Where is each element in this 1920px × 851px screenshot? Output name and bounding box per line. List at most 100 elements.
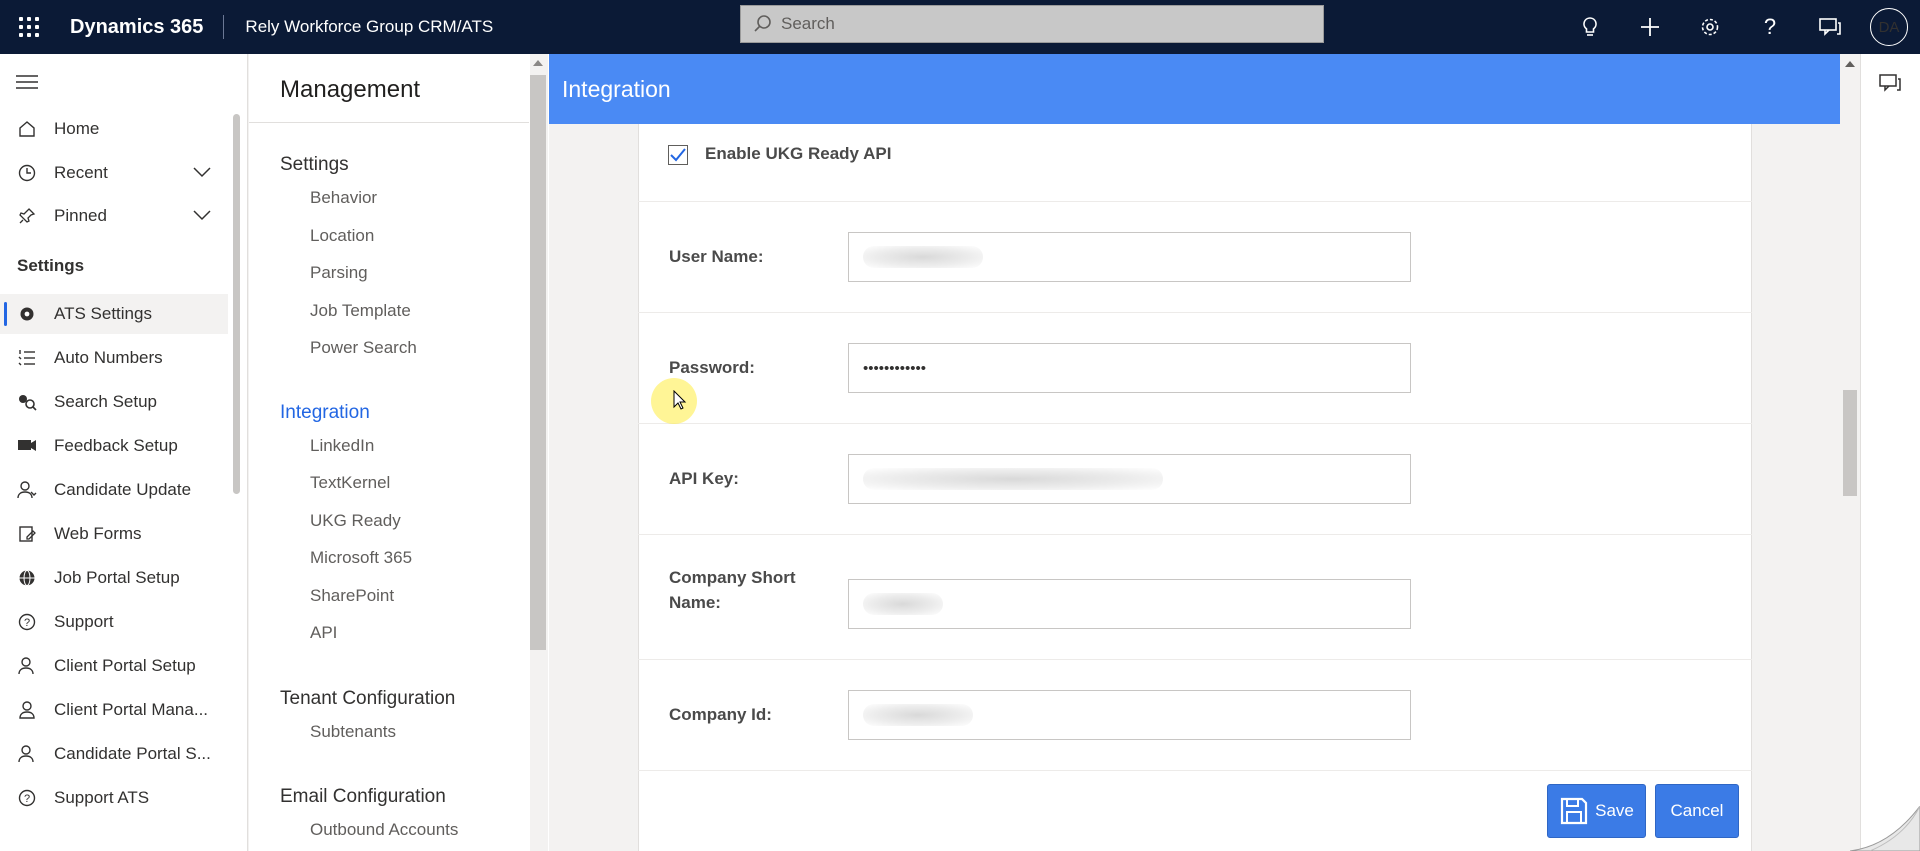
link-job-template[interactable]: Job Template	[310, 301, 411, 321]
enable-ukg-checkbox[interactable]	[668, 145, 688, 165]
gear-icon	[0, 305, 54, 323]
link-location[interactable]: Location	[310, 226, 374, 246]
link-api[interactable]: API	[310, 623, 337, 643]
nav-item-label: Candidate Update	[54, 480, 192, 499]
brand-name[interactable]: Dynamics 365	[58, 15, 225, 39]
company-short-name-field[interactable]	[848, 579, 1411, 629]
nav-item-label: Pinned	[54, 206, 107, 225]
help-circle-icon: ?	[0, 613, 54, 631]
search-placeholder: Search	[781, 14, 835, 33]
link-behavior[interactable]: Behavior	[310, 188, 377, 208]
chevron-down-icon[interactable]	[192, 163, 212, 183]
nav-item-auto-numbers[interactable]: Auto Numbers	[0, 338, 228, 378]
section-heading-integration[interactable]: Integration	[280, 402, 370, 424]
link-subtenants[interactable]: Subtenants	[310, 722, 396, 742]
user-name-label: User Name:	[669, 247, 764, 266]
user-name-field[interactable]	[848, 232, 1411, 282]
nav-item-home[interactable]: Home	[0, 109, 228, 149]
mouse-pointer-icon	[673, 390, 687, 410]
page-title: Integration	[549, 54, 1840, 124]
globe-icon	[0, 569, 54, 587]
nav-item-label: Feedback Setup	[54, 436, 178, 455]
management-panel: Management Settings Behavior Location Pa…	[249, 54, 549, 851]
nav-item-client-portal-setup[interactable]: Client Portal Setup	[0, 646, 228, 686]
nav-item-label: Support	[54, 612, 114, 631]
nav-item-job-portal-setup[interactable]: Job Portal Setup	[0, 558, 228, 598]
main-scrollbar[interactable]	[1843, 390, 1857, 496]
waffle-icon	[19, 17, 39, 37]
link-power-search[interactable]: Power Search	[310, 338, 417, 358]
api-key-field[interactable]	[848, 454, 1411, 504]
nav-item-label: Auto Numbers	[54, 348, 163, 367]
home-icon	[0, 120, 54, 138]
password-field[interactable]: ••••••••••••	[848, 343, 1411, 393]
nav-item-support[interactable]: ? Support	[0, 602, 228, 642]
section-heading-tenant-configuration: Tenant Configuration	[280, 688, 456, 709]
nav-item-web-forms[interactable]: Web Forms	[0, 514, 228, 554]
svg-text:?: ?	[24, 793, 30, 805]
nav-item-client-portal-management[interactable]: Client Portal Mana...	[0, 690, 228, 730]
redacted-value	[863, 246, 983, 268]
redacted-value	[863, 704, 973, 726]
nav-item-candidate-update[interactable]: Candidate Update	[0, 470, 228, 510]
link-linkedin[interactable]: LinkedIn	[310, 436, 374, 456]
nav-item-support-ats[interactable]: ? Support ATS	[0, 778, 228, 818]
help-circle-icon: ?	[0, 789, 54, 807]
password-label: Password:	[669, 358, 755, 377]
save-button[interactable]: Save	[1547, 784, 1646, 838]
password-value: ••••••••••••	[863, 359, 927, 377]
nav-item-feedback-setup[interactable]: Feedback Setup	[0, 426, 228, 466]
chat-icon[interactable]	[1878, 72, 1902, 99]
people-icon	[0, 481, 54, 499]
nav-item-pinned[interactable]: Pinned	[0, 196, 228, 236]
enable-ukg-label[interactable]: Enable UKG Ready API	[705, 144, 891, 164]
link-outbound-accounts[interactable]: Outbound Accounts	[310, 820, 458, 840]
redacted-value	[863, 468, 1163, 490]
link-textkernel[interactable]: TextKernel	[310, 473, 390, 493]
save-icon	[1561, 797, 1588, 825]
nav-group-label: Settings	[17, 256, 85, 275]
page-curl-icon	[1850, 806, 1920, 851]
link-sharepoint[interactable]: SharePoint	[310, 586, 394, 606]
hamburger-icon[interactable]	[16, 74, 38, 95]
app-launcher-button[interactable]	[0, 0, 58, 54]
gear-icon[interactable]	[1680, 0, 1740, 54]
svg-text:?: ?	[24, 617, 30, 629]
link-parsing[interactable]: Parsing	[310, 263, 368, 283]
nav-item-candidate-portal-setup[interactable]: Candidate Portal S...	[0, 734, 228, 774]
left-nav-scrollbar[interactable]	[233, 114, 240, 494]
link-ukg-ready[interactable]: UKG Ready	[310, 511, 401, 531]
nav-item-search-setup[interactable]: Search Setup	[0, 382, 228, 422]
nav-item-label: Home	[54, 119, 100, 138]
search-setup-icon	[0, 393, 54, 411]
management-scrollbar[interactable]	[530, 75, 546, 650]
company-id-field[interactable]	[848, 690, 1411, 740]
numbered-list-icon	[0, 349, 54, 367]
nav-item-ats-settings[interactable]: ATS Settings	[0, 294, 228, 334]
lightbulb-icon[interactable]	[1560, 0, 1620, 54]
top-icons: ? DA	[1560, 0, 1920, 54]
scroll-up-arrow-icon[interactable]	[1845, 61, 1855, 67]
api-key-label: API Key:	[669, 469, 739, 488]
scroll-up-arrow-icon[interactable]	[533, 60, 543, 66]
person-icon	[0, 745, 54, 763]
feedback-icon	[0, 437, 54, 455]
nav-item-recent[interactable]: Recent	[0, 153, 228, 193]
clock-icon	[0, 164, 54, 182]
search-input[interactable]: Search	[740, 5, 1324, 43]
app-name[interactable]: Rely Workforce Group CRM/ATS	[224, 17, 493, 37]
avatar[interactable]: DA	[1870, 8, 1908, 46]
plus-icon[interactable]	[1620, 0, 1680, 54]
save-label: Save	[1595, 801, 1634, 820]
chat-icon[interactable]	[1800, 0, 1860, 54]
management-title: Management	[280, 76, 421, 103]
chevron-down-icon[interactable]	[192, 206, 212, 226]
divider	[249, 122, 529, 123]
cancel-button[interactable]: Cancel	[1655, 784, 1739, 838]
section-heading-email-configuration: Email Configuration	[280, 786, 446, 807]
form-icon	[0, 525, 54, 543]
nav-item-label: Web Forms	[54, 524, 142, 543]
link-microsoft-365[interactable]: Microsoft 365	[310, 548, 412, 568]
help-icon[interactable]: ?	[1740, 0, 1800, 54]
nav-item-label: Support ATS	[54, 788, 150, 807]
